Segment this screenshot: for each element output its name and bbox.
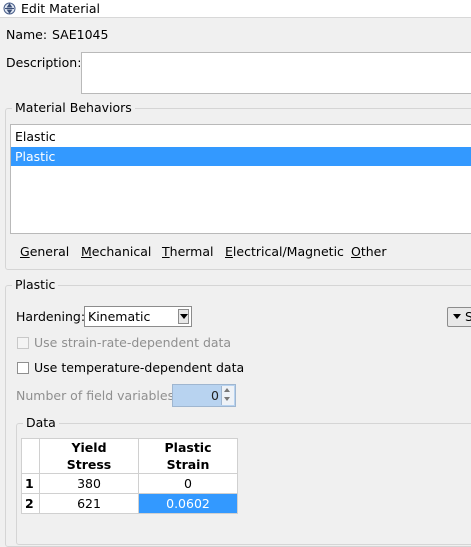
- cell-yield-stress[interactable]: 380: [39, 473, 139, 494]
- cell-yield-stress[interactable]: 621: [39, 493, 139, 514]
- menu-other-rest: ther: [360, 244, 387, 259]
- menu-general[interactable]: General: [20, 244, 69, 260]
- behavior-item-label: Elastic: [15, 129, 56, 144]
- menu-mechanical-mnemonic: M: [81, 244, 92, 259]
- cell-plastic-strain[interactable]: 0: [138, 473, 238, 494]
- strain-rate-label: Use strain-rate-dependent data: [34, 335, 232, 350]
- description-label: Description:: [6, 55, 82, 70]
- description-field[interactable]: [81, 52, 471, 94]
- side-button[interactable]: S: [447, 307, 471, 327]
- strain-rate-checkbox[interactable]: [17, 337, 29, 349]
- header-line: Plastic: [164, 440, 212, 455]
- temperature-checkbox[interactable]: [17, 362, 29, 374]
- menu-electrical-mnemonic: E: [225, 244, 233, 259]
- header-line: Yield: [71, 440, 107, 455]
- field-variables-value: 0: [211, 388, 219, 403]
- name-label: Name:: [6, 27, 48, 42]
- header-yield-stress[interactable]: Yield Stress: [39, 438, 139, 474]
- menu-thermal[interactable]: Thermal: [162, 244, 213, 260]
- hardening-value: Kinematic: [88, 309, 151, 324]
- hardening-label: Hardening:: [16, 309, 86, 324]
- header-line: Stress: [66, 457, 112, 472]
- header-plastic-strain[interactable]: Plastic Strain: [138, 438, 238, 474]
- chevron-down-icon: [453, 314, 461, 319]
- spin-up-icon[interactable]: [224, 388, 230, 392]
- menu-general-mnemonic: G: [20, 244, 30, 259]
- cell-plastic-strain[interactable]: 0.0602: [138, 493, 238, 514]
- spin-down-icon[interactable]: [224, 397, 230, 401]
- behavior-item-elastic[interactable]: Elastic: [11, 127, 471, 146]
- menu-other[interactable]: Other: [351, 244, 387, 260]
- menu-mechanical-rest: echanical: [91, 244, 152, 259]
- spinner-buttons[interactable]: [221, 386, 234, 405]
- row-index[interactable]: 1: [21, 473, 40, 494]
- app-icon: [3, 2, 16, 15]
- menu-electrical-magnetic[interactable]: Electrical/Magnetic: [225, 244, 344, 260]
- hardening-select[interactable]: Kinematic: [84, 306, 192, 327]
- table-header-row: Yield Stress Plastic Strain: [21, 438, 238, 474]
- chevron-down-icon[interactable]: [178, 309, 189, 324]
- title-bar: Edit Material: [0, 0, 471, 18]
- menu-other-mnemonic: O: [351, 244, 361, 259]
- data-group-title: Data: [23, 415, 59, 431]
- data-table[interactable]: Yield Stress Plastic Strain 1 380 0 2 62…: [21, 438, 238, 514]
- menu-general-rest: eneral: [29, 244, 70, 259]
- field-variables-spinner[interactable]: 0: [172, 384, 236, 407]
- side-button-label: S: [465, 309, 471, 324]
- row-index[interactable]: 2: [21, 493, 40, 514]
- header-line: Strain: [166, 457, 210, 472]
- table-row[interactable]: 1 380 0: [21, 473, 238, 494]
- temperature-label: Use temperature-dependent data: [34, 360, 245, 375]
- behavior-item-label: Plastic: [15, 149, 56, 164]
- menu-mechanical[interactable]: Mechanical: [81, 244, 151, 260]
- menu-thermal-mnemonic: T: [162, 244, 170, 259]
- field-variables-label: Number of field variables:: [16, 388, 179, 403]
- corner-cell: [21, 438, 40, 474]
- table-row[interactable]: 2 621 0.0602: [21, 493, 238, 514]
- material-behaviors-title: Material Behaviors: [12, 100, 135, 116]
- plastic-group-title: Plastic: [12, 277, 59, 293]
- name-value: SAE1045: [52, 27, 109, 42]
- material-behaviors-list[interactable]: Elastic Plastic: [10, 124, 471, 234]
- menu-electrical-rest: lectrical/Magnetic: [232, 244, 344, 259]
- window-title: Edit Material: [21, 1, 100, 16]
- menu-thermal-rest: hermal: [169, 244, 214, 259]
- behavior-item-plastic[interactable]: Plastic: [11, 147, 471, 166]
